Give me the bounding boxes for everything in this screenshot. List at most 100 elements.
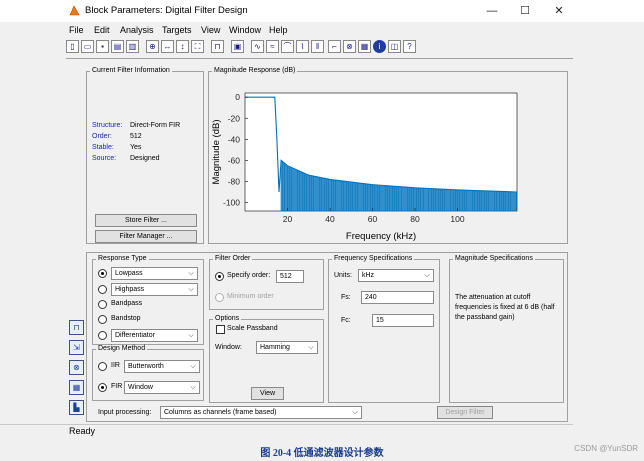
menu-file[interactable]: File bbox=[69, 25, 84, 35]
fc-label: Fc: bbox=[341, 317, 351, 324]
magnitude-specs-legend: Magnitude Specifications bbox=[453, 255, 535, 262]
stable-value: Yes bbox=[130, 144, 142, 151]
menu-targets[interactable]: Targets bbox=[162, 25, 192, 35]
pole-zero-editor-icon[interactable]: ⊗ bbox=[69, 360, 84, 375]
differentiator-radio[interactable] bbox=[98, 331, 107, 340]
round-off-icon[interactable]: ◫ bbox=[388, 40, 401, 53]
filter-order-group: Filter Order Specify order: 512 Minimum … bbox=[209, 255, 324, 310]
print-preview-icon[interactable]: ▥ bbox=[126, 40, 139, 53]
minimize-button[interactable]: — bbox=[482, 2, 502, 20]
structure-value: Direct-Form FIR bbox=[130, 122, 181, 129]
order-label: Order: bbox=[92, 133, 112, 140]
window-label: Window: bbox=[215, 344, 242, 351]
menu-analysis[interactable]: Analysis bbox=[120, 25, 154, 35]
x-tick-label: 100 bbox=[450, 214, 464, 224]
x-tick-label: 60 bbox=[368, 214, 378, 224]
view-button[interactable]: View bbox=[251, 387, 284, 400]
filter-specs-icon[interactable]: ⊓ bbox=[211, 40, 224, 53]
differentiator-select[interactable]: Differentiator ⌵ bbox=[111, 329, 198, 342]
save-icon[interactable]: ▪ bbox=[96, 40, 109, 53]
transform-filter-icon[interactable]: ▦ bbox=[69, 380, 84, 395]
print-icon[interactable]: ▤ bbox=[111, 40, 124, 53]
input-processing-value: Columns as channels (frame based) bbox=[164, 409, 277, 416]
scale-passband-checkbox[interactable] bbox=[216, 325, 225, 334]
units-value: kHz bbox=[362, 272, 375, 279]
pole-zero-icon[interactable]: ⊗ bbox=[343, 40, 356, 53]
chevron-down-icon: ⌵ bbox=[190, 363, 196, 370]
magnitude-response-chart[interactable]: 20 40 60 80 100 0 -20 -40 -60 -80 -100 Frequency (k… bbox=[209, 72, 567, 243]
status-text: Ready bbox=[69, 426, 96, 436]
design-filter-button[interactable]: Design Filter bbox=[437, 406, 493, 419]
maximize-button[interactable]: ☐ bbox=[515, 2, 535, 20]
impulse-response-icon[interactable]: ‖ bbox=[311, 40, 324, 53]
import-filter-icon[interactable]: ⇲ bbox=[69, 340, 84, 355]
units-select[interactable]: kHz ⌵ bbox=[358, 269, 434, 282]
magnitude-response-icon[interactable]: ▣ bbox=[231, 40, 244, 53]
filter-order-legend: Filter Order bbox=[213, 255, 253, 262]
open-icon[interactable]: ▭ bbox=[81, 40, 94, 53]
magnitude-phase-icon[interactable]: ≈ bbox=[266, 40, 279, 53]
coefficients-icon[interactable]: ▦ bbox=[358, 40, 371, 53]
frequency-specs-group: Frequency Specifications Units: kHz ⌵ Fs:… bbox=[328, 255, 440, 403]
chevron-down-icon: ⌵ bbox=[424, 272, 430, 279]
input-processing-select[interactable]: Columns as channels (frame based) ⌵ bbox=[160, 406, 362, 419]
full-view-icon[interactable]: ⛶ bbox=[191, 40, 204, 53]
window-title: Block Parameters: Digital Filter Design bbox=[85, 5, 248, 16]
filter-design-icon[interactable]: ⊓ bbox=[69, 320, 84, 335]
options-group: Options Scale Passband Window: Hamming ⌵ … bbox=[209, 315, 324, 403]
fc-input[interactable]: 15 bbox=[372, 314, 434, 327]
iir-radio[interactable] bbox=[98, 362, 107, 371]
window-select[interactable]: Hamming ⌵ bbox=[256, 341, 318, 354]
minimum-order-radio[interactable] bbox=[215, 293, 224, 302]
design-method-legend: Design Method bbox=[96, 345, 148, 352]
fir-method-select[interactable]: Window ⌵ bbox=[124, 381, 200, 394]
new-icon[interactable]: ▯ bbox=[66, 40, 79, 53]
phase-response-icon[interactable]: ∿ bbox=[251, 40, 264, 53]
specify-order-radio[interactable] bbox=[215, 272, 224, 281]
lowpass-select[interactable]: Lowpass ⌵ bbox=[111, 267, 198, 280]
bandstop-radio[interactable] bbox=[98, 315, 107, 324]
menu-window[interactable]: Window bbox=[229, 25, 261, 35]
bandpass-radio[interactable] bbox=[98, 300, 107, 309]
structure-label: Structure: bbox=[92, 122, 123, 129]
zoom-in-icon[interactable]: ⊕ bbox=[146, 40, 159, 53]
chevron-down-icon: ⌵ bbox=[352, 409, 358, 416]
highpass-radio[interactable] bbox=[98, 285, 107, 294]
specify-order-label: Specify order: bbox=[227, 272, 271, 279]
title-bar: Block Parameters: Digital Filter Design … bbox=[0, 0, 644, 22]
store-filter-button[interactable]: Store Filter ... bbox=[95, 214, 197, 227]
info-icon[interactable]: i bbox=[373, 40, 386, 53]
group-delay-icon[interactable]: ⌒ bbox=[281, 40, 294, 53]
fir-radio[interactable] bbox=[98, 383, 107, 392]
differentiator-label: Differentiator bbox=[115, 332, 155, 339]
watermark: CSDN @YunSDR bbox=[574, 444, 638, 453]
menu-view[interactable]: View bbox=[201, 25, 220, 35]
fs-input[interactable]: 240 bbox=[361, 291, 434, 304]
close-button[interactable]: ✕ bbox=[549, 2, 569, 20]
x-tick-label: 40 bbox=[325, 214, 335, 224]
order-input[interactable]: 512 bbox=[276, 270, 304, 283]
lowpass-radio[interactable] bbox=[98, 269, 107, 278]
menu-bar: File Edit Analysis Targets View Window H… bbox=[0, 23, 644, 38]
realize-model-icon[interactable]: ▙ bbox=[69, 400, 84, 415]
chevron-down-icon: ⌵ bbox=[188, 286, 194, 293]
stable-label: Stable: bbox=[92, 144, 114, 151]
fir-method-value: Window bbox=[128, 384, 153, 391]
phase-delay-icon[interactable]: ⌇ bbox=[296, 40, 309, 53]
menu-help[interactable]: Help bbox=[269, 25, 288, 35]
response-type-group: Response Type Lowpass ⌵ Highpass ⌵ Bandpas… bbox=[92, 255, 204, 345]
help-icon[interactable]: ? bbox=[403, 40, 416, 53]
highpass-select[interactable]: Highpass ⌵ bbox=[111, 283, 198, 296]
menu-edit[interactable]: Edit bbox=[94, 25, 110, 35]
step-response-icon[interactable]: ⌐ bbox=[328, 40, 341, 53]
iir-method-select[interactable]: Butterworth ⌵ bbox=[124, 360, 200, 373]
chevron-down-icon: ⌵ bbox=[308, 344, 314, 351]
zoom-x-icon[interactable]: ↔ bbox=[161, 40, 174, 53]
y-tick-label: -40 bbox=[228, 134, 241, 144]
filter-manager-button[interactable]: Filter Manager ... bbox=[95, 230, 197, 243]
zoom-y-icon[interactable]: ↕ bbox=[176, 40, 189, 53]
source-value: Designed bbox=[130, 155, 160, 162]
y-tick-label: -20 bbox=[228, 113, 241, 123]
input-processing-label: Input processing: bbox=[98, 409, 152, 416]
figure-caption: 图 20-4 低通滤波器设计参数 bbox=[260, 448, 384, 459]
